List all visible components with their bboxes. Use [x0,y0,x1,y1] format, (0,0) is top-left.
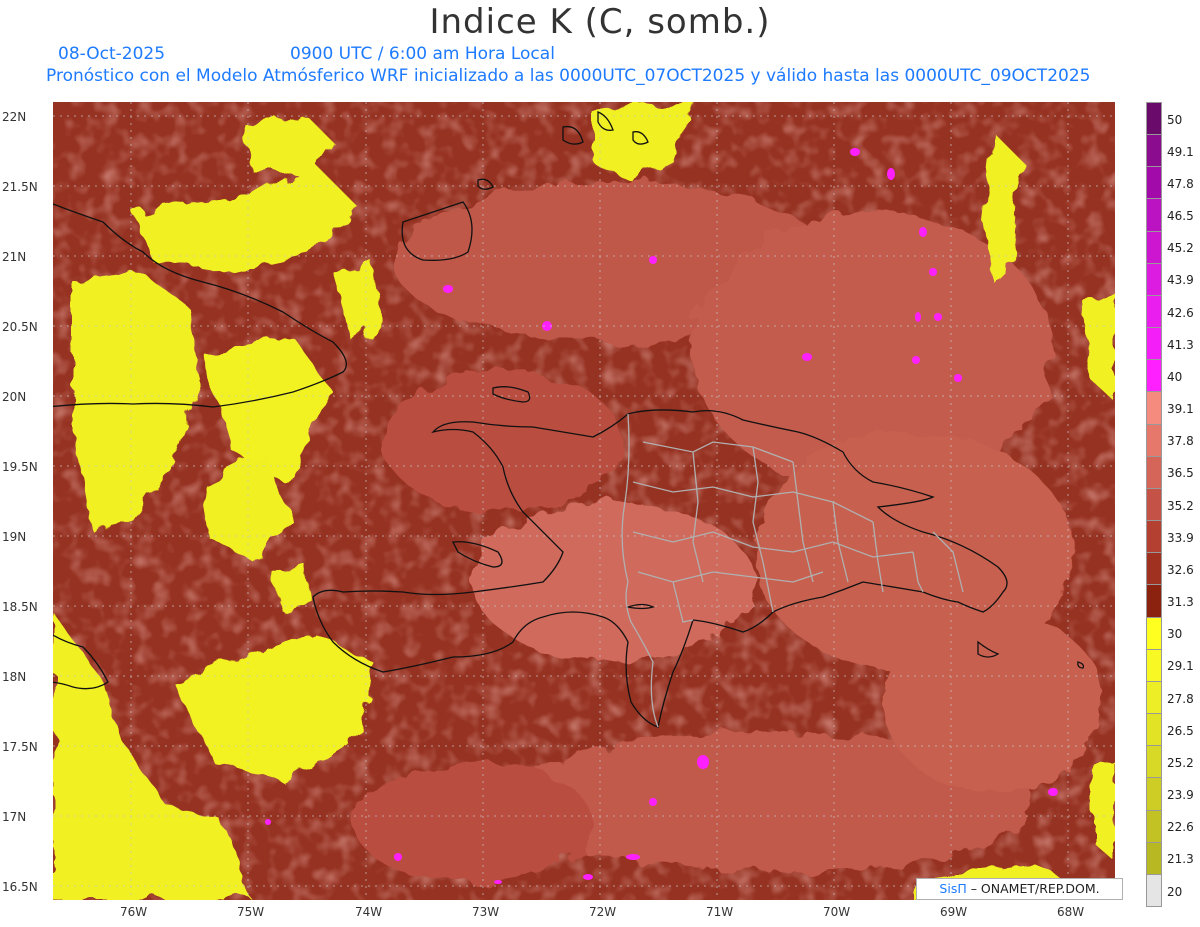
lat-label: 17N [2,810,27,824]
colorbar-level-label: 35.2 [1167,498,1194,513]
model-info: Pronóstico con el Modelo Atmósferico WRF… [46,66,1091,86]
colorbar-segment [1146,391,1162,425]
lon-label: 72W [589,905,617,919]
lon-label: 71W [706,905,734,919]
colorbar-segment [1146,584,1162,618]
colorbar-level-label: 26.5 [1167,723,1194,738]
colorbar-level-label: 43.9 [1167,273,1194,288]
colorbar-segment [1146,648,1162,682]
credit-box: SisΠ – ONAMET/REP.DOM. [916,878,1123,900]
colorbar-level-label: 47.8 [1167,177,1194,191]
colorbar [1146,102,1162,907]
colorbar-level-label: 45.2 [1167,241,1194,256]
colorbar-level-label: 46.5 [1167,209,1194,224]
colorbar-segment [1146,680,1162,715]
colorbar-level-label: 22.6 [1167,820,1194,835]
colorbar-level-label: 27.8 [1167,691,1194,706]
credit-brand: SisΠ [939,881,967,896]
colorbar-level-label: 42.6 [1167,305,1194,320]
colorbar-segment [1146,423,1162,457]
colorbar-level-label: 31.3 [1167,595,1194,610]
lat-label: 20N [2,390,27,404]
lat-label: 21N [2,250,27,264]
lat-label: 17.5N [2,740,38,754]
colorbar-segment [1146,166,1162,200]
lon-label: 73W [472,905,500,919]
colorbar-level-label: 21.3 [1167,852,1194,867]
lon-label: 75W [237,905,265,919]
colorbar-segment [1146,777,1162,811]
colorbar-segment [1146,230,1162,264]
colorbar-segment [1146,552,1162,586]
colorbar-level-label: 33.9 [1167,530,1194,545]
colorbar-segment [1146,745,1162,779]
colorbar-segment [1146,262,1162,296]
colorbar-level-label: 37.8 [1167,434,1194,449]
k-index-map [53,102,1115,900]
colorbar-segment [1146,134,1162,168]
colorbar-segment [1146,359,1162,393]
colorbar-level-label: 29.1 [1167,659,1194,674]
lon-label: 74W [355,905,383,919]
lat-label: 22N [2,110,27,124]
lat-label: 21.5N [2,180,38,194]
colorbar-segment [1146,327,1162,361]
colorbar-segment [1146,873,1162,907]
colorbar-segment [1146,487,1162,522]
colorbar-level-label: 30 [1167,627,1183,642]
colorbar-segment [1146,809,1162,843]
lat-label: 20.5N [2,320,38,334]
map-canvas [53,102,1115,900]
colorbar-segment [1146,841,1162,875]
lat-label: 18.5N [2,600,38,614]
colorbar-segment [1146,102,1162,136]
lat-label: 16.5N [2,880,38,894]
forecast-time: 0900 UTC / 6:00 am Hora Local [290,44,555,64]
lon-label: 68W [1057,905,1085,919]
colorbar-segment [1146,616,1162,650]
colorbar-segment [1146,455,1162,489]
map-title: Indice K (C, somb.) [429,2,771,42]
colorbar-level-label: 20 [1167,884,1183,899]
colorbar-segment [1146,198,1162,232]
colorbar-level-label: 41.3 [1167,337,1194,352]
forecast-date: 08-Oct-2025 [58,44,166,64]
colorbar-level-label: 49.1 [1167,144,1194,159]
lat-label: 19.5N [2,460,38,474]
colorbar-level-label: 40 [1167,369,1183,384]
credit-text: – ONAMET/REP.DOM. [966,881,1100,896]
colorbar-level-label: 23.9 [1167,788,1194,803]
lon-label: 69W [940,905,968,919]
colorbar-segment [1146,520,1162,554]
lat-label: 18N [2,670,27,684]
colorbar-level-label: 50 [1167,112,1183,127]
colorbar-level-label: 39.1 [1167,402,1194,417]
colorbar-segment [1146,713,1162,747]
colorbar-level-label: 36.5 [1167,466,1194,481]
colorbar-level-label: 32.6 [1167,562,1194,577]
colorbar-level-label: 25.2 [1167,755,1194,770]
lon-label: 76W [120,905,148,919]
lat-label: 19N [2,530,27,544]
lon-label: 70W [823,905,851,919]
colorbar-segment [1146,294,1162,329]
